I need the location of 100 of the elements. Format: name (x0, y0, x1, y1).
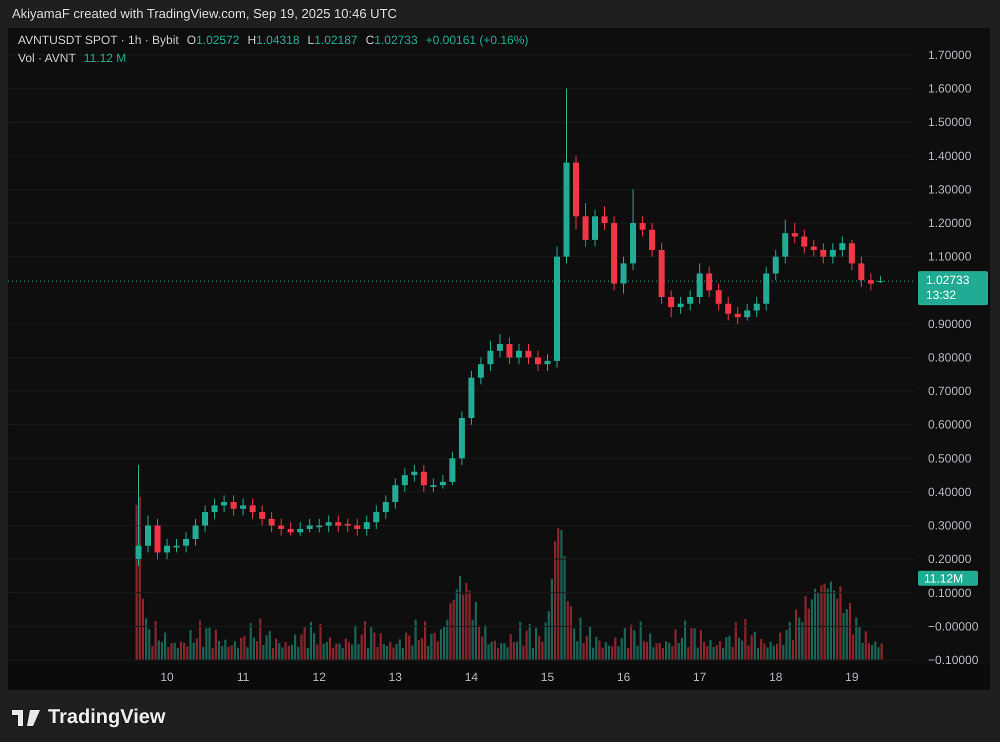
price-axis-label: 0.90000 (928, 316, 972, 331)
candle (335, 514, 342, 533)
candle (174, 538, 180, 553)
candle (250, 498, 256, 520)
ohlc-value: 1.02187 (314, 33, 358, 47)
candle (744, 303, 750, 322)
candle (212, 498, 218, 520)
price-axis-label: 1.50000 (928, 115, 972, 130)
ohlc-label: L (308, 33, 314, 47)
candle (678, 296, 684, 314)
candle (278, 518, 284, 536)
candle (487, 340, 494, 372)
candle (868, 272, 874, 291)
logo-icon (12, 710, 40, 726)
price-axis-label: 0.70000 (928, 384, 972, 398)
ohlc-value: 1.02572 (196, 33, 240, 47)
price-axis-label: 0.30000 (928, 518, 972, 533)
candle (754, 296, 760, 318)
price-axis-label: 0.60000 (928, 418, 972, 432)
candle (268, 512, 275, 533)
candle (592, 209, 598, 248)
candle (392, 478, 398, 510)
time-axis-label: 16 (616, 670, 630, 684)
time-axis-label: 19 (845, 670, 859, 684)
candle (240, 498, 246, 516)
candle (839, 236, 846, 258)
candle (506, 336, 512, 365)
candle (430, 478, 436, 492)
candle (706, 266, 712, 298)
candle (525, 344, 532, 365)
time-axis-label: 11 (236, 670, 250, 684)
price-axis-label: 1.60000 (928, 82, 972, 96)
price-axis-label: 1.40000 (928, 148, 972, 163)
candle (458, 410, 465, 466)
candle (354, 518, 360, 536)
price-axis-label: −0.00000 (928, 619, 978, 634)
candle (183, 532, 190, 553)
ohlc-label: C (366, 33, 374, 47)
candle (230, 494, 237, 516)
candle (830, 242, 836, 264)
candle (364, 514, 370, 536)
candle (687, 290, 694, 311)
symbol-text: AVNTUSDT SPOT · 1h · Bybit (18, 32, 179, 49)
ohlc-value: 1.02733 (374, 33, 418, 47)
candle (668, 290, 674, 318)
candle (344, 518, 351, 533)
candle (382, 494, 389, 520)
price-axis-label: 0.80000 (928, 350, 972, 364)
candle (772, 249, 779, 281)
candle (716, 283, 722, 311)
candle (192, 518, 199, 546)
candle (725, 296, 732, 322)
candle (620, 256, 627, 294)
candle (696, 262, 703, 304)
time-axis-label: 10 (160, 670, 174, 684)
last-price-badge (918, 271, 988, 306)
candle (468, 370, 474, 426)
candle (782, 219, 788, 264)
candle (202, 504, 208, 533)
candle (440, 474, 446, 490)
candle (373, 504, 380, 530)
volume-value: 11.12 M (84, 50, 126, 67)
candle (544, 354, 550, 372)
time-axis-label: 14 (464, 670, 478, 684)
candle (792, 222, 798, 244)
candle (288, 522, 294, 536)
candle (420, 464, 427, 492)
price-axis-label: 0.10000 (928, 586, 972, 600)
logo-text: TradingView (48, 706, 166, 729)
candle (801, 229, 808, 254)
candle (858, 256, 864, 288)
last-price-value: 1.02733 (926, 273, 970, 288)
volume-badge: 11.12M (918, 570, 978, 586)
candle (658, 242, 665, 304)
candle (602, 206, 608, 230)
time-axis-label: 13 (388, 670, 402, 684)
candle (516, 344, 522, 365)
time-axis-label: 15 (540, 670, 554, 684)
candle (734, 306, 741, 324)
price-axis-label: 0.40000 (928, 484, 972, 499)
candle (326, 514, 332, 533)
time-axis-label: 18 (769, 670, 782, 684)
candle (649, 222, 656, 258)
candle (763, 266, 770, 311)
price-axis-label: 1.30000 (928, 182, 972, 196)
volume-label: Vol · AVNT (18, 50, 76, 67)
candle (154, 518, 161, 560)
candle (259, 504, 266, 526)
attribution-text: AkiyamaF created with TradingView.com, Sep 19, 2025 10:46 UTC (11, 5, 398, 23)
price-axis-label: 1.70000 (928, 48, 972, 62)
price-axis-label: 1.20000 (928, 216, 972, 230)
price-axis-label: 1.10000 (928, 250, 972, 264)
candle (582, 202, 589, 248)
ohlc-value: 1.04318 (256, 33, 300, 47)
ohlc-label: O (186, 33, 196, 47)
ohlc-label: H (247, 33, 256, 47)
time-axis-label: 17 (692, 670, 706, 684)
candle (297, 522, 304, 536)
change-value: +0.00161 (+0.16%) (426, 32, 528, 49)
candle (449, 451, 456, 486)
